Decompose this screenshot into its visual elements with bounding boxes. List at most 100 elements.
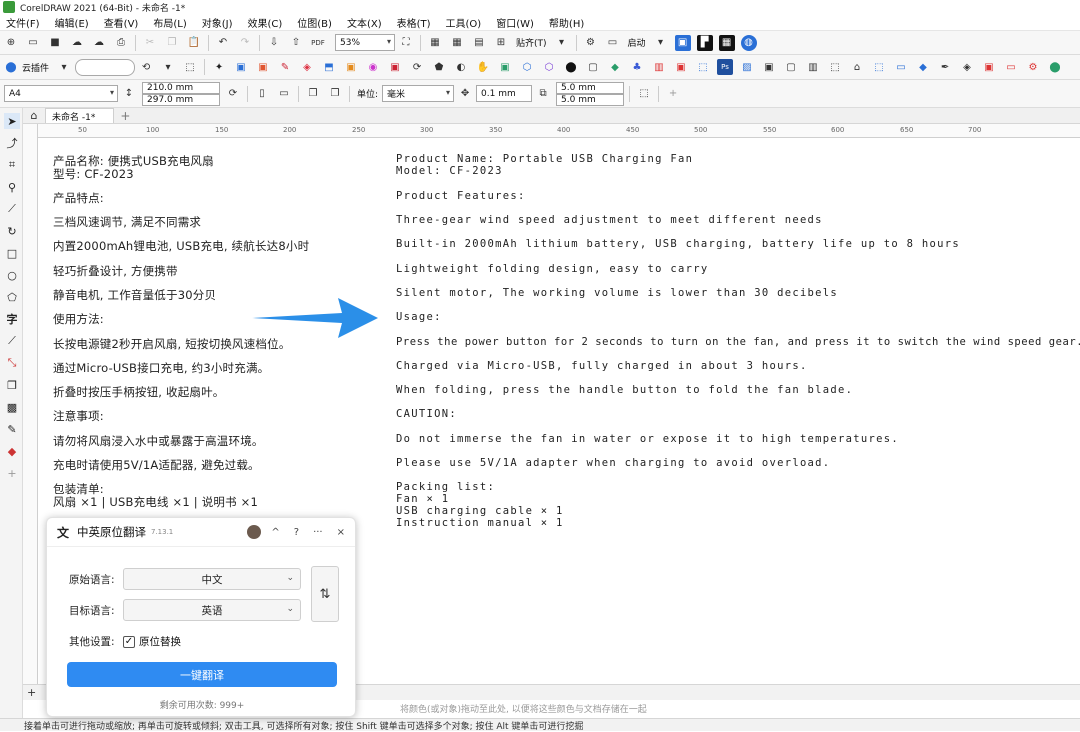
english-text-line[interactable]: Lightweight folding design, easy to carr…	[396, 263, 708, 275]
pen-icon[interactable]: ✒	[937, 59, 953, 75]
cut-icon[interactable]: ✂	[142, 35, 158, 51]
english-text-line[interactable]: Packing list:	[396, 481, 495, 493]
horizontal-ruler[interactable]: 50 100 150 200 250 300 350 400 450 500 5…	[38, 124, 1080, 138]
eyedropper-icon[interactable]: ✎	[4, 421, 20, 437]
tool-plugin-30-icon[interactable]: ▭	[1003, 59, 1019, 75]
english-text-line[interactable]: Product Name: Portable USB Charging Fan	[396, 153, 693, 165]
english-text-line[interactable]: Model: CF-2023	[396, 165, 503, 177]
tool-plugin-31-icon[interactable]: ⚙	[1025, 59, 1041, 75]
close-button[interactable]: ×	[337, 527, 345, 538]
menu-layout[interactable]: 布局(L)	[147, 15, 195, 30]
cloud-upload-icon[interactable]: ☁	[69, 35, 85, 51]
ellipse-tool-icon[interactable]: ○	[4, 267, 20, 283]
home-icon[interactable]: ⌂	[27, 109, 41, 122]
open-icon[interactable]: ▭	[25, 35, 41, 51]
droplet-icon[interactable]: ◆	[915, 59, 931, 75]
portrait-icon[interactable]: ▯	[254, 86, 270, 102]
color-wheel-icon[interactable]: ◉	[365, 59, 381, 75]
photoshop-icon[interactable]: Ps	[717, 59, 734, 75]
interactive-fill-icon[interactable]: ◆	[4, 443, 20, 459]
all-pages-icon[interactable]: ❐	[305, 86, 321, 102]
page-width-input[interactable]: 210.0 mm	[142, 81, 220, 94]
options-gear-icon[interactable]: ⚙	[583, 35, 599, 51]
tool-plugin-26-icon[interactable]: ⌂	[849, 59, 865, 75]
text-tool-icon[interactable]: 字	[4, 311, 20, 327]
menu-text[interactable]: 文本(X)	[341, 15, 391, 30]
menu-help[interactable]: 帮助(H)	[543, 15, 593, 30]
page-layout-icon[interactable]: ⟳	[225, 86, 241, 102]
transparency-icon[interactable]: ▩	[4, 399, 20, 415]
history-icon[interactable]: ⟲	[138, 59, 154, 75]
more-button[interactable]: ···	[313, 527, 323, 538]
chinese-text-line[interactable]: 轻巧折叠设计, 方便携带	[53, 263, 178, 279]
tool-plugin-18-icon[interactable]: ♣	[629, 59, 645, 75]
chinese-text-line[interactable]: 请勿将风扇浸入水中或暴露于高温环境。	[53, 433, 264, 449]
avatar[interactable]	[247, 525, 262, 539]
import-icon[interactable]: ⇩	[266, 35, 282, 51]
chinese-text-line[interactable]: 长按电源键2秒开启风扇, 短按切换风速档位。	[53, 336, 291, 352]
crop-tool-icon[interactable]: ⌗	[4, 157, 20, 173]
tool-plugin-9-icon[interactable]: ⟳	[409, 59, 425, 75]
tool-plugin-21-icon[interactable]: ⬚	[695, 59, 711, 75]
redo-icon[interactable]: ↷	[237, 35, 253, 51]
show-rulers-icon[interactable]: ▤	[471, 35, 487, 51]
snap-to-menu[interactable]: 贴齐(T)	[516, 36, 547, 49]
add-icon[interactable]: +	[665, 86, 681, 102]
duplicate-x-input[interactable]: 5.0 mm	[556, 81, 625, 94]
launch-icon[interactable]: ▭	[605, 35, 621, 51]
chevron-down-icon[interactable]: ▾	[554, 35, 570, 51]
menu-bitmaps[interactable]: 位图(B)	[291, 15, 341, 30]
artistic-media-icon[interactable]: ↻	[4, 223, 20, 239]
tool-plugin-32-icon[interactable]: ⬤	[1047, 59, 1063, 75]
english-text-line[interactable]: When folding, press the handle button to…	[396, 384, 853, 396]
add-tool-icon[interactable]: +	[4, 465, 20, 481]
chinese-text-line[interactable]: 三档风速调节, 满足不同需求	[53, 214, 201, 230]
chinese-text-line[interactable]: 产品特点:	[53, 190, 104, 206]
current-page-icon[interactable]: ❐	[327, 86, 343, 102]
english-text-line[interactable]: Do not immerse the fan in water or expos…	[396, 433, 899, 445]
tool-plugin-6-icon[interactable]: ⬒	[321, 59, 337, 75]
menu-table[interactable]: 表格(T)	[391, 15, 440, 30]
english-text-line[interactable]: CAUTION:	[396, 408, 457, 420]
tool-plugin-15-icon[interactable]: ⬡	[541, 59, 557, 75]
export-icon[interactable]: ⇧	[288, 35, 304, 51]
tool-plugin-22-icon[interactable]: ▨	[739, 59, 755, 75]
tool-plugin-7-icon[interactable]: ▣	[343, 59, 359, 75]
english-text-line[interactable]: Usage:	[396, 311, 442, 323]
copy-icon[interactable]: ❐	[164, 35, 180, 51]
plugin-image-icon[interactable]: ▣	[674, 34, 691, 51]
cloud-download-icon[interactable]: ☁	[91, 35, 107, 51]
chinese-text-line[interactable]: 静音电机, 工作音量低于30分贝	[53, 287, 216, 303]
tool-plugin-19-icon[interactable]: ▥	[651, 59, 667, 75]
chevron-down-icon[interactable]: ▾	[160, 59, 176, 75]
chevron-down-icon[interactable]: ▾	[56, 59, 72, 75]
connector-tool-icon[interactable]: ⤡	[4, 355, 20, 371]
plugin-search-input[interactable]	[75, 58, 136, 76]
help-button[interactable]: ?	[294, 527, 299, 538]
swap-languages-button[interactable]: ⇅	[311, 566, 339, 622]
zoom-tool-icon[interactable]: ⚲	[4, 179, 20, 195]
cloud-plugin-menu[interactable]: 云插件	[22, 61, 49, 74]
treat-as-filled-icon[interactable]: ⬚	[636, 86, 652, 102]
zoom-to-page-icon[interactable]: ⛶	[398, 35, 414, 51]
english-text-line[interactable]: Press the power button for 2 seconds to …	[396, 336, 1080, 348]
collapse-button[interactable]: ^	[271, 527, 279, 538]
plugin-globe-icon[interactable]: ◍	[740, 34, 757, 51]
tool-plugin-17-icon[interactable]: ▢	[585, 59, 601, 75]
tool-plugin-13-icon[interactable]: ▣	[497, 59, 513, 75]
english-text-line[interactable]: Charged via Micro-USB, fully charged in …	[396, 360, 808, 372]
english-text-line[interactable]: Please use 5V/1A adapter when charging t…	[396, 457, 830, 469]
duplicate-y-input[interactable]: 5.0 mm	[556, 93, 625, 106]
vertical-ruler[interactable]	[23, 124, 38, 684]
tool-plugin-5-icon[interactable]: ◈	[299, 59, 315, 75]
tool-plugin-12-icon[interactable]: ✋	[475, 59, 491, 75]
export-pdf-icon[interactable]: PDF	[310, 35, 326, 51]
english-text-line[interactable]: Silent motor, The working volume is lowe…	[396, 287, 838, 299]
save-icon[interactable]: ■	[47, 35, 63, 51]
units-select[interactable]: 毫米 ▾	[382, 85, 455, 102]
landscape-icon[interactable]: ▭	[276, 86, 292, 102]
rectangle-tool-icon[interactable]: □	[4, 245, 20, 261]
add-page-icon[interactable]: +	[27, 686, 36, 699]
plugin-grid-icon[interactable]: ▦	[718, 34, 735, 51]
menu-view[interactable]: 查看(V)	[98, 15, 148, 30]
